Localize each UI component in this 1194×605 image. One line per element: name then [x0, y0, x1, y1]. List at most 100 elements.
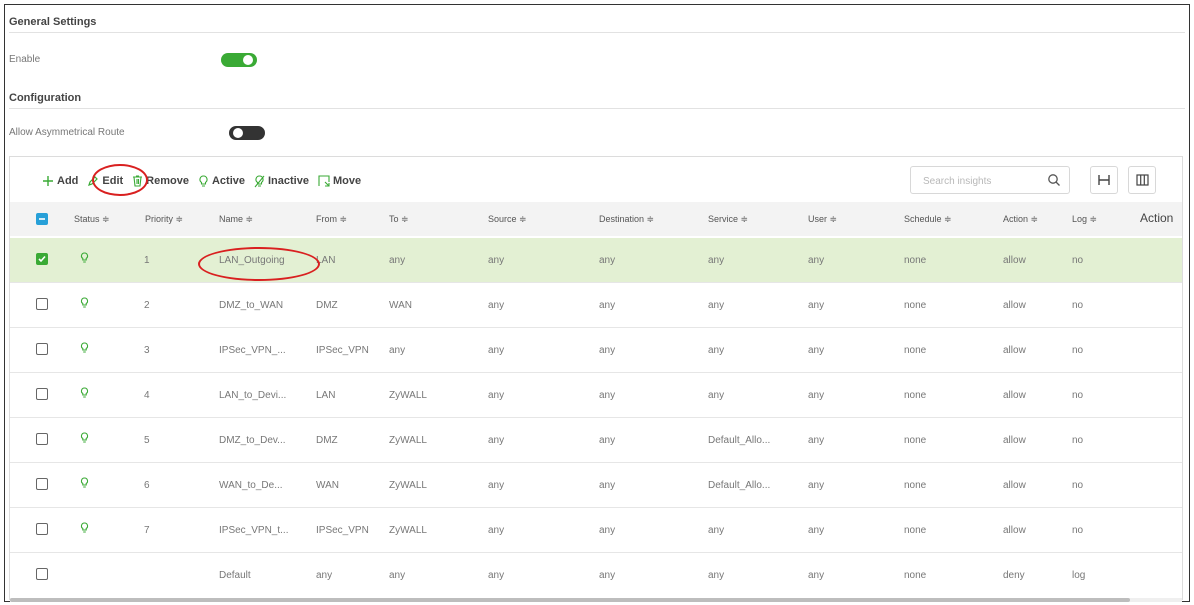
- action-cell: allow: [1003, 435, 1026, 446]
- column-header-actions: Action: [1140, 211, 1174, 225]
- configuration-title: Configuration: [9, 92, 82, 104]
- to-cell: any: [389, 570, 406, 581]
- column-header-name[interactable]: Name ≑: [219, 214, 253, 225]
- column-header-action[interactable]: Action ≑: [1003, 214, 1038, 225]
- horizontal-scrollbar-thumb[interactable]: [10, 598, 1130, 602]
- column-header-schedule[interactable]: Schedule ≑: [904, 214, 952, 225]
- status-bulb-icon: [80, 297, 89, 308]
- row-checkbox[interactable]: [36, 433, 48, 445]
- table-row[interactable]: 6 WAN_to_De... WAN ZyWALL any any Defaul…: [10, 463, 1182, 508]
- column-header-user[interactable]: User ≑: [808, 214, 837, 225]
- move-icon: [318, 175, 330, 187]
- fit-columns-button[interactable]: [1090, 166, 1118, 194]
- user-cell: any: [808, 255, 825, 266]
- action-cell: allow: [1003, 525, 1026, 536]
- column-header-source[interactable]: Source ≑: [488, 214, 527, 225]
- action-cell: allow: [1003, 345, 1026, 356]
- service-cell: any: [708, 345, 725, 356]
- table-row[interactable]: 2 DMZ_to_WAN DMZ WAN any any any any non…: [10, 283, 1182, 328]
- column-header-destination[interactable]: Destination ≑: [599, 214, 654, 225]
- table-row[interactable]: 3 IPSec_VPN_... IPSec_VPN any any any an…: [10, 328, 1182, 373]
- edit-button[interactable]: Edit: [87, 175, 123, 187]
- priority-cell: 2: [144, 300, 150, 311]
- table-row[interactable]: 5 DMZ_to_Dev... DMZ ZyWALL any any Defau…: [10, 418, 1182, 463]
- action-cell: allow: [1003, 255, 1026, 266]
- row-checkbox[interactable]: [36, 568, 48, 580]
- from-cell: DMZ: [316, 300, 338, 311]
- table-row[interactable]: 4 LAN_to_Devi... LAN ZyWALL any any any …: [10, 373, 1182, 418]
- table-row[interactable]: 7 IPSec_VPN_t... IPSec_VPN ZyWALL any an…: [10, 508, 1182, 553]
- from-cell: LAN: [316, 390, 336, 401]
- user-cell: any: [808, 435, 825, 446]
- user-cell: any: [808, 525, 825, 536]
- row-checkbox[interactable]: [36, 478, 48, 490]
- policy-toolbar: Add Edit Remove Active Inactive Move: [30, 172, 370, 190]
- active-label: Active: [211, 175, 245, 187]
- column-header-service[interactable]: Service ≑: [708, 214, 748, 225]
- user-cell: any: [808, 390, 825, 401]
- action-cell: allow: [1003, 390, 1026, 401]
- section-divider: [9, 32, 1185, 33]
- column-header-to[interactable]: To ≑: [389, 214, 409, 225]
- service-cell: any: [708, 390, 725, 401]
- destination-cell: any: [599, 345, 616, 356]
- asymmetrical-route-toggle[interactable]: [229, 126, 265, 140]
- service-cell: any: [708, 570, 725, 581]
- add-label: Add: [57, 175, 79, 187]
- remove-button[interactable]: Remove: [132, 175, 189, 187]
- column-header-status[interactable]: Status ≑: [74, 214, 110, 225]
- columns-button[interactable]: [1128, 166, 1156, 194]
- schedule-cell: none: [904, 480, 927, 491]
- source-cell: any: [488, 345, 505, 356]
- bulb-icon: [199, 174, 208, 187]
- columns-icon: [1135, 174, 1149, 186]
- column-header-log[interactable]: Log ≑: [1072, 214, 1097, 225]
- user-cell: any: [808, 345, 825, 356]
- schedule-cell: none: [904, 345, 927, 356]
- row-checkbox[interactable]: [36, 343, 48, 355]
- log-cell: no: [1072, 480, 1084, 491]
- from-cell: WAN: [316, 480, 339, 491]
- active-button[interactable]: Active: [198, 174, 245, 188]
- name-cell: WAN_to_De...: [219, 480, 283, 491]
- status-bulb-icon: [80, 252, 89, 263]
- destination-cell: any: [599, 390, 616, 401]
- edit-label: Edit: [102, 175, 124, 187]
- move-button[interactable]: Move: [318, 175, 361, 187]
- destination-cell: any: [599, 570, 616, 581]
- destination-cell: any: [599, 435, 616, 446]
- name-cell: LAN_to_Devi...: [219, 390, 287, 401]
- priority-cell: 1: [144, 255, 150, 266]
- name-cell: DMZ_to_WAN: [219, 300, 284, 311]
- row-checkbox[interactable]: [36, 298, 48, 310]
- enable-toggle[interactable]: [221, 53, 257, 67]
- row-checkbox[interactable]: [36, 523, 48, 535]
- user-cell: any: [808, 480, 825, 491]
- source-cell: any: [488, 435, 505, 446]
- add-button[interactable]: Add: [42, 175, 78, 187]
- select-all-checkbox[interactable]: [36, 213, 48, 225]
- search-box[interactable]: [910, 166, 1070, 194]
- log-cell: no: [1072, 345, 1084, 356]
- from-cell: IPSec_VPN: [316, 345, 369, 356]
- to-cell: WAN: [389, 300, 412, 311]
- row-checkbox[interactable]: [36, 388, 48, 400]
- user-cell: any: [808, 300, 825, 311]
- schedule-cell: none: [904, 255, 927, 266]
- priority-cell: 4: [144, 390, 150, 401]
- row-checkbox[interactable]: [36, 253, 48, 265]
- search-input[interactable]: [921, 171, 1035, 191]
- schedule-cell: none: [904, 570, 927, 581]
- search-icon[interactable]: [1047, 173, 1061, 187]
- from-cell: IPSec_VPN: [316, 525, 369, 536]
- inactive-button[interactable]: Inactive: [254, 174, 309, 188]
- column-header-priority[interactable]: Priority ≑: [145, 214, 183, 225]
- table-row[interactable]: 1 LAN_Outgoing LAN any any any any any n…: [10, 238, 1182, 283]
- to-cell: any: [389, 255, 406, 266]
- column-header-from[interactable]: From ≑: [316, 214, 347, 225]
- table-row[interactable]: Default any any any any any any none den…: [10, 553, 1182, 598]
- to-cell: ZyWALL: [389, 525, 427, 536]
- minus-icon: [39, 218, 45, 220]
- remove-label: Remove: [146, 175, 189, 187]
- action-cell: allow: [1003, 480, 1026, 491]
